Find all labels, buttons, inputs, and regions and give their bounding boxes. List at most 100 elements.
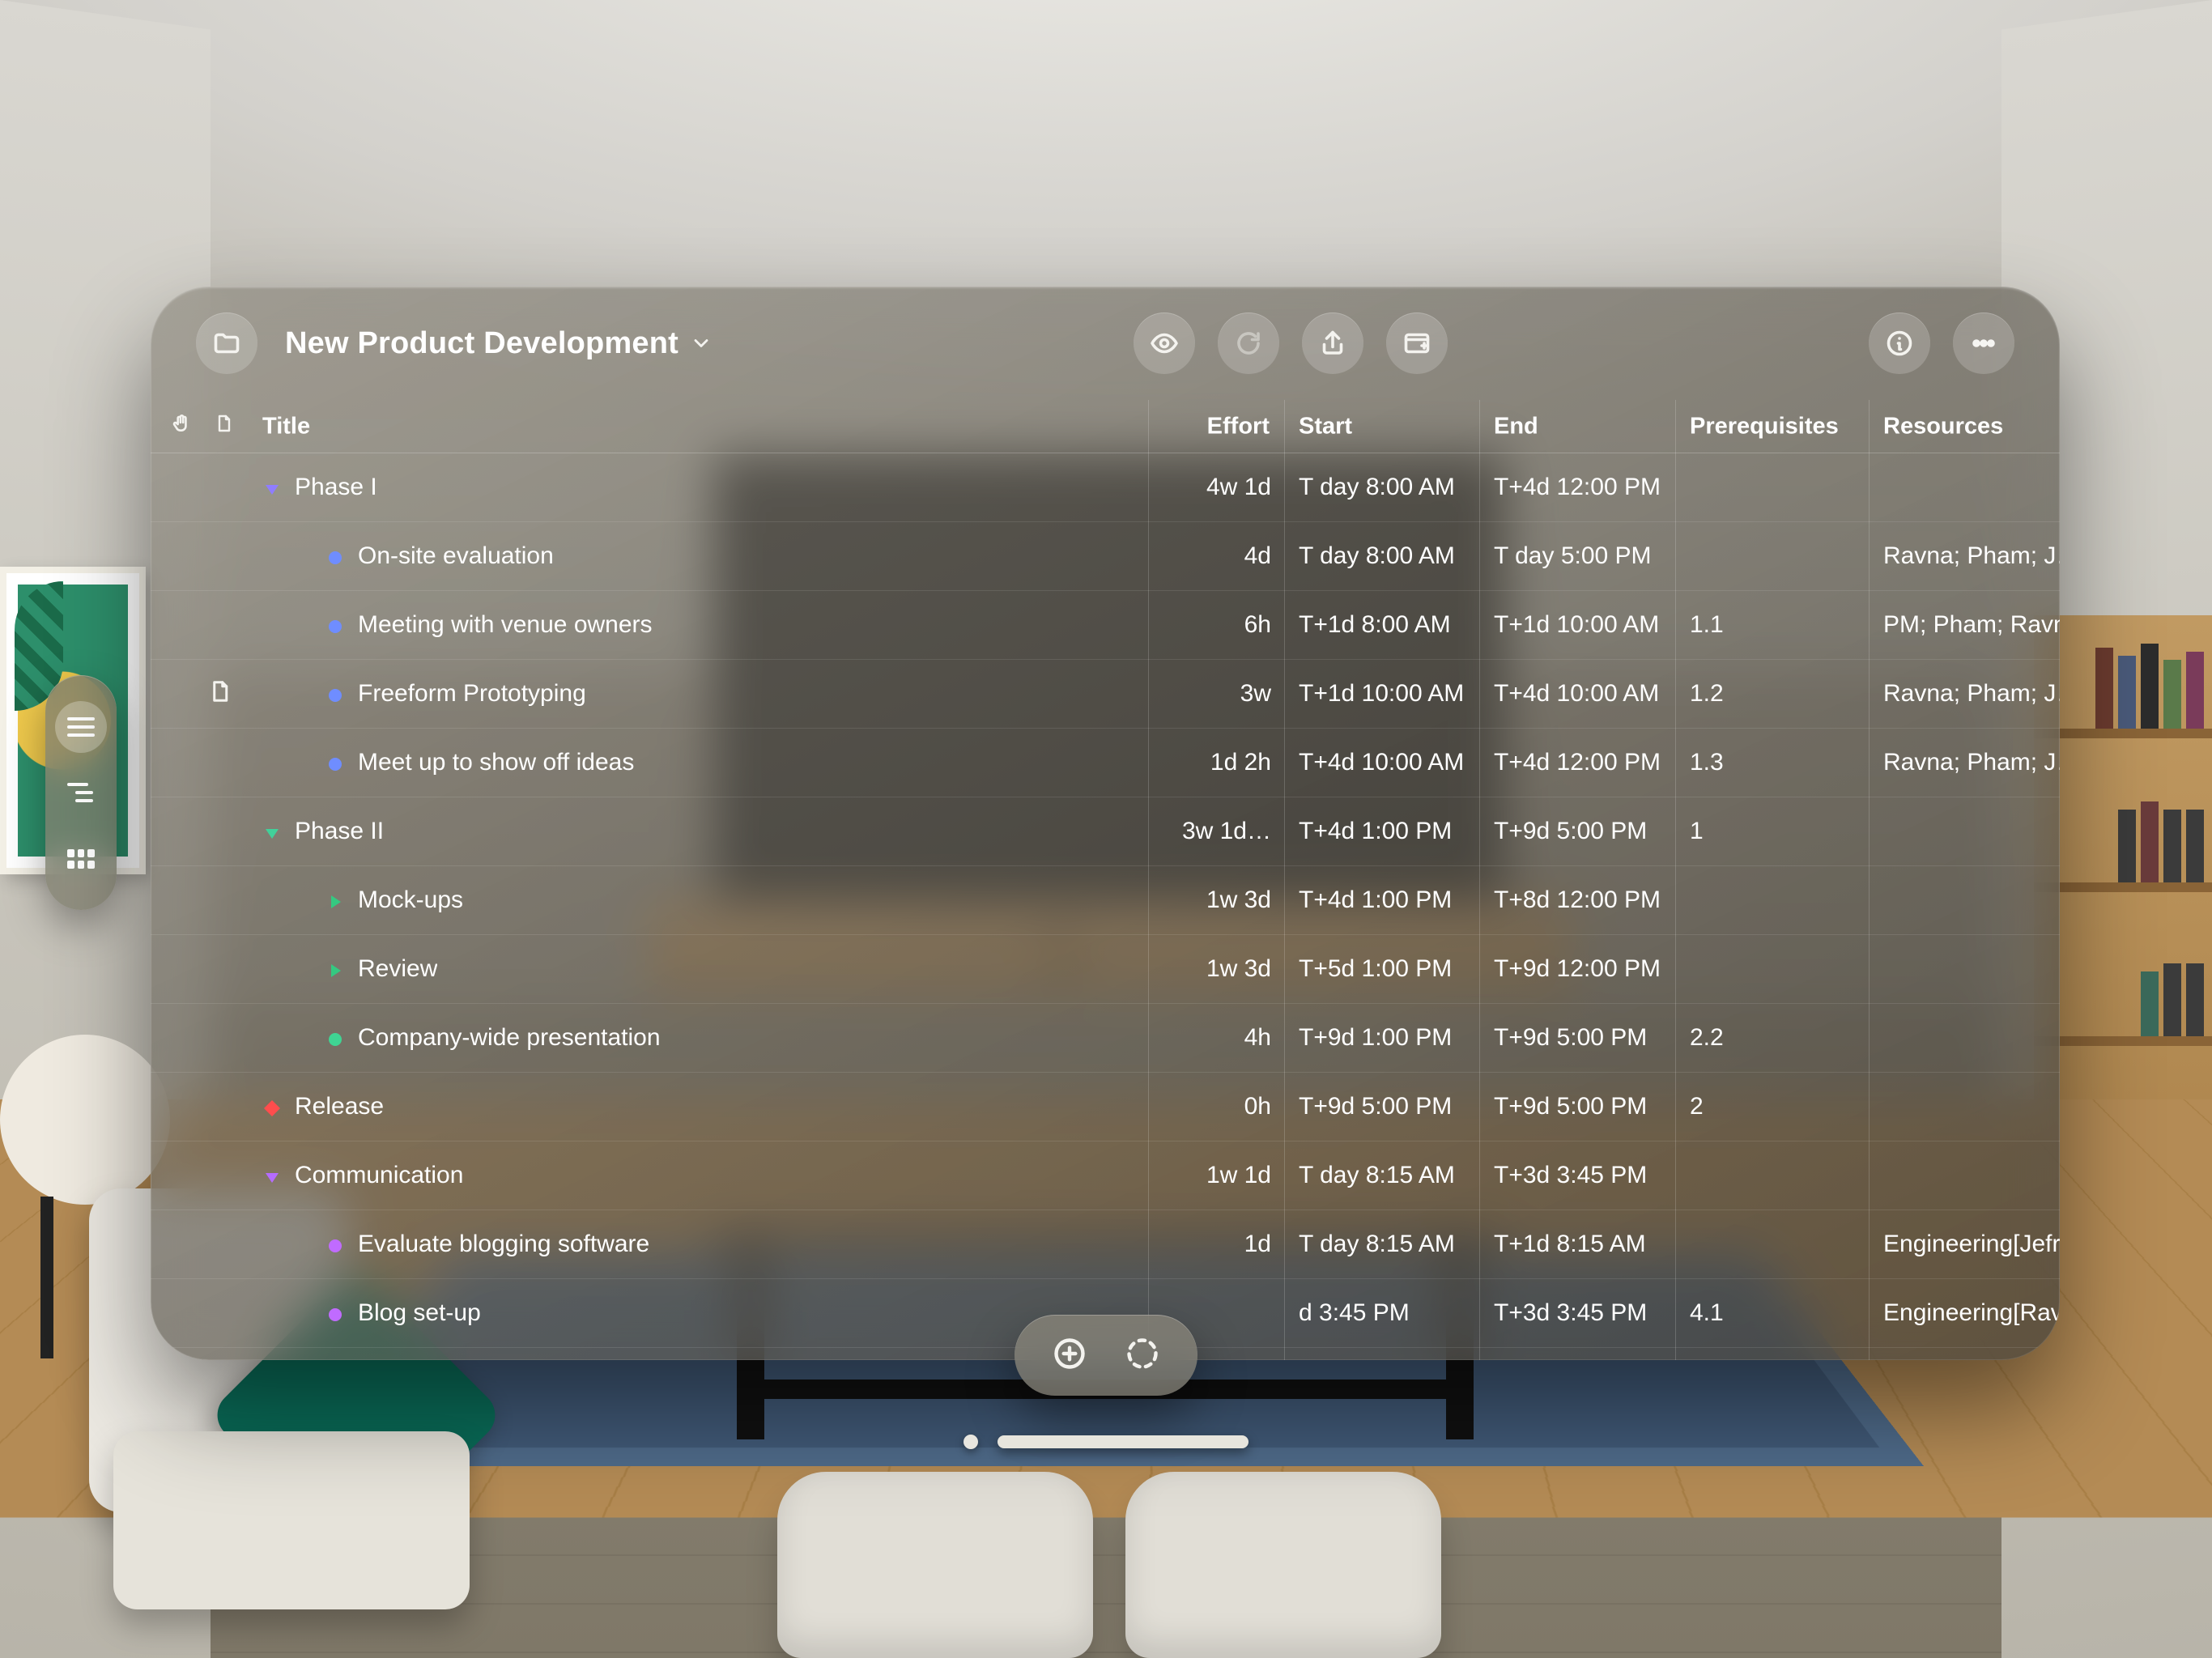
row-marker-icon (325, 546, 345, 566)
note-icon (214, 412, 233, 435)
task-row[interactable]: Phase I4w 1dT day 8:00 AMT+4d 12:00 PM (151, 453, 2060, 522)
task-row[interactable]: On-site evaluation4dT day 8:00 AMT day 5… (151, 522, 2060, 591)
row-effort: 1w 1d (1148, 1162, 1271, 1189)
row-start: T+9d 5:00 PM (1299, 1093, 1465, 1120)
row-effort: 1d (1148, 1231, 1271, 1258)
row-prerequisites: 1.3 (1690, 749, 1855, 776)
list-icon (67, 717, 95, 737)
row-title: On-site evaluation (358, 542, 554, 570)
row-end: T+1d 8:15 AM (1494, 1231, 1661, 1258)
task-grid: Title Effort Start End Prerequisites Res… (151, 400, 2060, 1360)
chevron-down-icon (690, 332, 713, 355)
row-title: Mock-ups (358, 886, 463, 914)
row-title: Evaluate blogging software (358, 1231, 649, 1258)
row-effort: 3w 1d… (1148, 818, 1271, 845)
task-row[interactable]: Release0hT+9d 5:00 PMT+9d 5:00 PM2 (151, 1073, 2060, 1141)
row-end: T+9d 5:00 PM (1494, 1024, 1661, 1052)
row-marker-icon (262, 822, 282, 841)
column-header-prerequisites[interactable]: Prerequisites (1690, 413, 1839, 440)
view-options-button[interactable] (1134, 312, 1195, 374)
column-header-note[interactable] (207, 412, 240, 441)
column-header-title[interactable]: Title (262, 413, 310, 440)
row-title: Phase I (295, 474, 377, 501)
task-row[interactable]: Phase II3w 1d…T+4d 1:00 PMT+9d 5:00 PM1 (151, 797, 2060, 866)
row-end: T+4d 12:00 PM (1494, 749, 1661, 776)
project-title: New Product Development (285, 326, 678, 361)
row-start: T day 8:00 AM (1299, 474, 1465, 501)
row-end: T+3d 3:45 PM (1494, 1299, 1661, 1327)
row-start: T+4d 10:00 AM (1299, 749, 1465, 776)
row-resources: Ravna; Pham; Je… (1883, 749, 2060, 776)
projects-button[interactable] (196, 312, 257, 374)
row-marker-icon (325, 753, 345, 772)
progress-ring-icon (1125, 1336, 1160, 1371)
row-start: T+9d 1:00 PM (1299, 1024, 1465, 1052)
row-marker-icon (262, 1097, 282, 1116)
task-row[interactable]: Review1w 3dT+5d 1:00 PMT+9d 12:00 PM (151, 935, 2060, 1004)
row-marker-icon (262, 1166, 282, 1185)
add-task-button[interactable] (1052, 1336, 1087, 1375)
refresh-icon (1234, 329, 1263, 358)
task-row[interactable]: Mock-ups1w 3dT+4d 1:00 PMT+8d 12:00 PM (151, 866, 2060, 935)
row-start: d 3:45 PM (1299, 1299, 1465, 1327)
row-resources: Ravna; Pham; Je… (1883, 680, 2060, 708)
row-marker-icon (325, 891, 345, 910)
row-resources: Ravna; Pham; Jo… (1883, 542, 2060, 570)
view-mode-list-button[interactable] (55, 701, 107, 753)
row-marker-icon (325, 615, 345, 635)
column-header-start[interactable]: Start (1299, 413, 1352, 440)
catch-up-button[interactable] (1218, 312, 1279, 374)
column-header-drag-handle[interactable] (165, 413, 198, 440)
window-close-dot[interactable] (963, 1435, 978, 1449)
row-title: Communication (295, 1162, 463, 1189)
row-effort: 4h (1148, 1024, 1271, 1052)
row-prerequisites: 2 (1690, 1093, 1855, 1120)
project-panel: New Product Development (151, 287, 2060, 1360)
info-icon (1885, 329, 1914, 358)
share-button[interactable] (1302, 312, 1363, 374)
outline-icon (67, 783, 95, 802)
row-marker-icon (262, 478, 282, 497)
row-title: Freeform Prototyping (358, 680, 586, 708)
task-row[interactable]: Meet up to show off ideas1d 2hT+4d 10:00… (151, 729, 2060, 797)
hand-icon (171, 413, 192, 434)
column-header-effort[interactable]: Effort (1148, 413, 1284, 440)
view-mode-board-button[interactable] (55, 833, 107, 885)
toolbar: New Product Development (151, 287, 2060, 400)
info-button[interactable] (1869, 312, 1930, 374)
row-end: T+3d 3:45 PM (1494, 1162, 1661, 1189)
task-row[interactable]: Company-wide presentation 4h T+9d 1:00 PM T… (151, 1004, 2060, 1073)
row-effort: 1w 3d (1148, 955, 1271, 983)
row-effort: 3w (1148, 680, 1271, 708)
window-handle[interactable] (963, 1435, 1249, 1449)
row-effort: 4d (1148, 542, 1271, 570)
window-move-bar[interactable] (998, 1435, 1249, 1448)
row-prerequisites: 2.2 (1690, 1024, 1855, 1052)
row-effort: 6h (1148, 611, 1271, 639)
column-header-resources[interactable]: Resources (1883, 413, 2003, 440)
row-start: T day 8:15 AM (1299, 1162, 1465, 1189)
more-button[interactable] (1953, 312, 2014, 374)
column-headers: Title Effort Start End Prerequisites Res… (151, 400, 2060, 453)
task-row[interactable]: Freeform Prototyping3wT+1d 10:00 AMT+4d … (151, 660, 2060, 729)
row-title: Release (295, 1093, 384, 1120)
row-note-icon[interactable] (207, 679, 232, 708)
ellipsis-icon (1969, 329, 1998, 358)
row-end: T+9d 5:00 PM (1494, 818, 1661, 845)
row-start: T+1d 8:00 AM (1299, 611, 1465, 639)
row-title: Company-wide presentation (358, 1024, 661, 1052)
row-marker-icon (325, 1303, 345, 1323)
row-start: T+5d 1:00 PM (1299, 955, 1465, 983)
task-row[interactable]: Evaluate blogging software 1d T day 8:15 A… (151, 1210, 2060, 1279)
task-row[interactable]: Meeting with venue owners6hT+1d 8:00 AMT… (151, 591, 2060, 660)
row-end: T+9d 5:00 PM (1494, 1093, 1661, 1120)
view-mode-outline-button[interactable] (55, 767, 107, 818)
task-row[interactable]: Communication 1w 1d T day 8:15 AM T+3d 3:45… (151, 1141, 2060, 1210)
row-start: T day 8:15 AM (1299, 1231, 1465, 1258)
project-title-button[interactable]: New Product Development (285, 326, 713, 361)
new-window-button[interactable] (1386, 312, 1448, 374)
row-title: Review (358, 955, 437, 983)
column-header-end[interactable]: End (1494, 413, 1538, 440)
row-effort: 1w 3d (1148, 886, 1271, 914)
status-button[interactable] (1125, 1336, 1160, 1375)
